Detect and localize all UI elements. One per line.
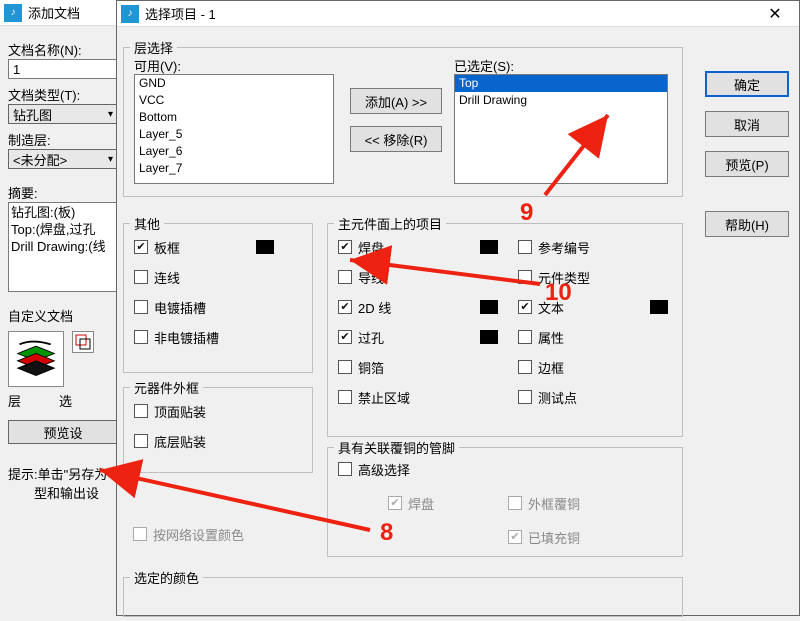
app-icon: ♪ [121, 5, 139, 23]
color-swatch[interactable] [480, 330, 498, 344]
chk-comptype[interactable]: 元件类型 [518, 266, 668, 288]
chk-bottom-mount[interactable]: 底层贴装 [134, 430, 206, 452]
selected-label: 已选定(S): [454, 56, 514, 75]
chk-board-frame[interactable]: 板框 [134, 236, 274, 258]
other-title: 其他 [130, 214, 164, 233]
chk-assoc-pad: 焊盘 [388, 492, 508, 514]
layers-button[interactable] [8, 331, 64, 387]
comp-outline-title: 元器件外框 [130, 378, 203, 397]
chk-attr[interactable]: 属性 [518, 326, 668, 348]
layers-aux-icon[interactable] [72, 331, 94, 353]
color-swatch[interactable] [650, 300, 668, 314]
select-items-dialog: ♪ 选择项目 - 1 ✕ 层选择 可用(V): GND VCC Bottom L… [116, 0, 800, 616]
selected-listbox[interactable]: Top Drill Drawing [454, 74, 668, 184]
chk-border[interactable]: 边框 [518, 356, 668, 378]
list-item[interactable]: VCC [135, 92, 333, 109]
chk-plated-slot[interactable]: 电镀插槽 [134, 296, 274, 318]
other-group: 其他 板框 连线 电镀插槽 非电镀插槽 [123, 223, 313, 373]
help-button[interactable]: 帮助(H) [705, 211, 789, 237]
sel-color-title: 选定的颜色 [130, 568, 203, 587]
sel-color-group: 选定的颜色 [123, 577, 683, 617]
app-icon: ♪ [4, 4, 22, 22]
list-item[interactable]: Bottom [135, 109, 333, 126]
chk-refdes[interactable]: 参考编号 [518, 236, 668, 258]
color-swatch[interactable] [480, 300, 498, 314]
chk-connection[interactable]: 连线 [134, 266, 274, 288]
chk-net-color: 按网络设置颜色 [133, 523, 244, 545]
chk-filled-copper: 已填充铜 [508, 526, 628, 548]
list-item[interactable]: Layer_5 [135, 126, 333, 143]
fg-title: 选择项目 - 1 [145, 4, 216, 23]
list-item[interactable]: Top [455, 75, 667, 92]
available-listbox[interactable]: GND VCC Bottom Layer_5 Layer_6 Layer_7 [134, 74, 334, 184]
doc-name-input[interactable] [8, 59, 118, 79]
mfg-layer-combo[interactable]: <未分配> [8, 149, 118, 169]
chk-pad[interactable]: 焊盘 [338, 236, 498, 258]
doc-type-combo[interactable]: 钻孔图 [8, 104, 118, 124]
chk-via[interactable]: 过孔 [338, 326, 498, 348]
cancel-button[interactable]: 取消 [705, 111, 789, 137]
chk-top-mount[interactable]: 顶面贴装 [134, 400, 206, 422]
layer-select-title: 层选择 [130, 38, 177, 57]
remove-button[interactable]: << 移除(R) [350, 126, 442, 152]
preview-settings-button[interactable]: 预览设 [8, 420, 118, 444]
chk-keepout[interactable]: 禁止区域 [338, 386, 498, 408]
chk-2dline[interactable]: 2D 线 [338, 296, 498, 318]
layer-select-group: 层选择 可用(V): GND VCC Bottom Layer_5 Layer_… [123, 47, 683, 197]
list-item[interactable]: GND [135, 75, 333, 92]
chk-text[interactable]: 文本 [518, 296, 668, 318]
close-icon[interactable]: ✕ [755, 4, 795, 24]
bg-title: 添加文档 [28, 3, 80, 22]
list-item[interactable]: Layer_7 [135, 160, 333, 177]
layers-caption: 层 [8, 391, 21, 410]
ok-button[interactable]: 确定 [705, 71, 789, 97]
select-caption: 选 [59, 391, 72, 410]
preview-button[interactable]: 预览(P) [705, 151, 789, 177]
chk-nonplated-slot[interactable]: 非电镀插槽 [134, 326, 274, 348]
comp-outline-group: 元器件外框 顶面贴装 底层贴装 [123, 387, 313, 473]
chk-adv-select[interactable]: 高级选择 [338, 458, 410, 480]
chk-copper[interactable]: 铜箔 [338, 356, 498, 378]
list-item[interactable]: Layer_6 [135, 143, 333, 160]
available-label: 可用(V): [134, 56, 181, 75]
assoc-title: 具有关联覆铜的管脚 [334, 438, 459, 457]
color-swatch[interactable] [480, 240, 498, 254]
fg-titlebar: ♪ 选择项目 - 1 ✕ [117, 1, 799, 27]
list-item[interactable]: Drill Drawing [455, 92, 667, 109]
chk-outline-copper: 外框覆铜 [508, 492, 628, 514]
assoc-copper-group: 具有关联覆铜的管脚 高级选择 焊盘 外框覆铜 已填充铜 [327, 447, 683, 557]
color-swatch[interactable] [256, 240, 274, 254]
chk-trace[interactable]: 导线 [338, 266, 498, 288]
main-items-title: 主元件面上的项目 [334, 214, 446, 233]
add-button[interactable]: 添加(A) >> [350, 88, 442, 114]
summary-box: 钻孔图:(板) Top:(焊盘,过孔 Drill Drawing:(线 [8, 202, 128, 292]
main-items-group: 主元件面上的项目 焊盘 导线 2D 线 过孔 铜箔 禁止区域 参考编号 元件类型… [327, 223, 683, 437]
chk-testpoint[interactable]: 测试点 [518, 386, 668, 408]
